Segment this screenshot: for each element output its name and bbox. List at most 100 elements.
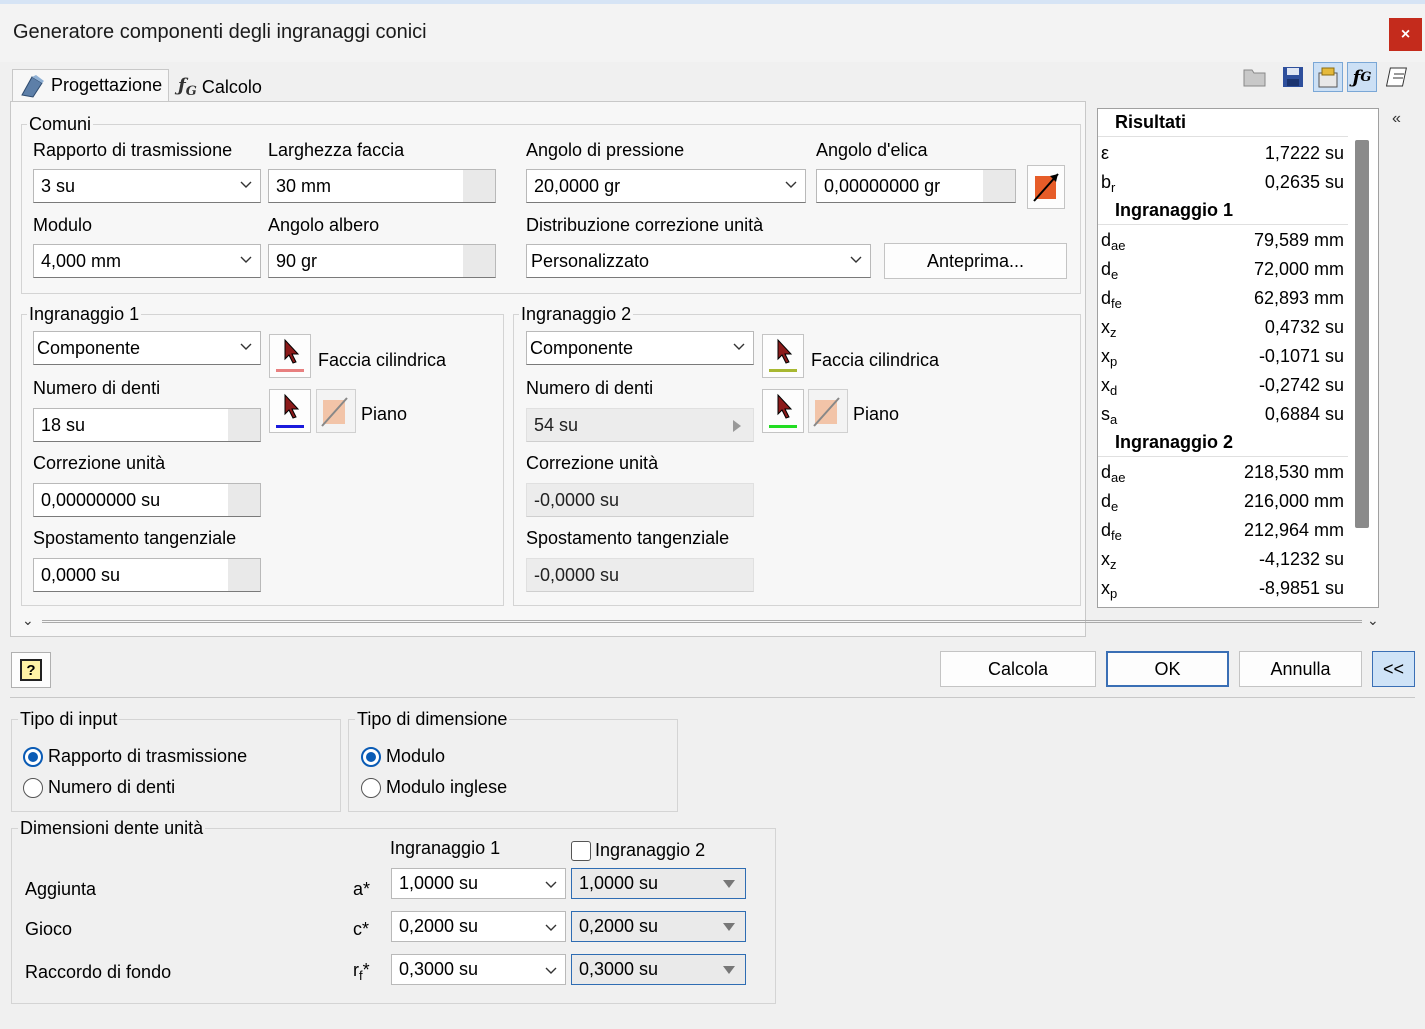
gear2-plane-flip-button[interactable] [808, 389, 848, 433]
result-subscript: fe [1111, 528, 1122, 543]
result-symbol: ε [1101, 143, 1110, 163]
window-title: Generatore componenti degli ingranaggi c… [13, 21, 427, 43]
result-subscript: ae [1111, 470, 1126, 485]
pressione-label: Angolo di pressione [526, 140, 685, 160]
gear1-type-select[interactable]: Componente [33, 331, 261, 365]
gear1-shift-label: Spostamento tangenziale [33, 528, 237, 548]
annulla-button[interactable]: Annulla [1239, 651, 1362, 687]
gioco-label: Gioco [25, 919, 73, 939]
radio-modulo-label: Modulo [386, 746, 446, 766]
gear2-checkbox[interactable]: Ingranaggio 2 [571, 840, 705, 861]
aggiunta-gear2-select: 1,0000 su [571, 868, 746, 899]
result-symbol: d [1101, 288, 1112, 308]
help-icon: ? [20, 659, 42, 681]
result-symbol: d [1101, 230, 1112, 250]
open-folder-icon[interactable] [1241, 62, 1271, 92]
chevron-down-icon [733, 343, 745, 350]
bevel-gear-icon [21, 74, 44, 98]
options-icon[interactable] [1313, 62, 1343, 92]
result-value: 216,000 mm [1243, 491, 1344, 511]
splitter[interactable] [42, 620, 1362, 623]
radio-numero-denti[interactable]: Numero di denti [23, 777, 175, 798]
gear1-shift-value: 0,0000 su [41, 564, 121, 585]
radio-modulo-inglese[interactable]: Modulo inglese [361, 777, 507, 798]
tab-progettazione[interactable]: Progettazione [12, 69, 170, 101]
radio-rapporto[interactable]: Rapporto di trasmissione [23, 746, 247, 767]
result-subscript: e [1111, 499, 1119, 514]
pressione-select[interactable]: 20,0000 gr [526, 169, 806, 203]
ok-button[interactable]: OK [1106, 651, 1229, 687]
results-scrollbar[interactable] [1355, 140, 1369, 528]
input-stub [228, 559, 260, 591]
result-symbol: x [1101, 346, 1110, 366]
gear2-face-pick-button[interactable] [762, 334, 804, 378]
gear1-corr-input[interactable]: 0,00000000 su [33, 483, 261, 517]
helix-direction-icon [1033, 173, 1059, 202]
notepad-icon[interactable] [1383, 62, 1413, 92]
cursor-pick-icon [276, 338, 304, 372]
aggiunta-gear1-select[interactable]: 1,0000 su [391, 868, 566, 899]
result-symbol: x [1101, 317, 1110, 337]
result-subscript: p [1110, 354, 1118, 369]
gear1-plane-flip-button[interactable] [316, 389, 356, 433]
result-value: 79,589 mm [1253, 230, 1344, 250]
save-icon[interactable] [1278, 62, 1308, 92]
gear2-type-select[interactable]: Componente [526, 331, 754, 365]
plane-direction-icon [813, 397, 840, 427]
radio-indicator [23, 746, 43, 767]
distribuzione-select[interactable]: Personalizzato [526, 244, 871, 278]
chevron-down-icon [240, 343, 252, 350]
result-value: -0,1071 su [1258, 346, 1344, 366]
result-subscript: r [1111, 180, 1116, 195]
modulo-select[interactable]: 4,000 mm [33, 244, 261, 278]
result-row: dae 79,589 mm [1098, 227, 1348, 256]
larghezza-value: 30 mm [276, 175, 332, 196]
raccordo-label: Raccordo di fondo [25, 962, 172, 982]
tab-calcolo[interactable]: ƒG Calcolo [172, 71, 268, 103]
elica-input[interactable]: 0,00000000 gr [816, 169, 1016, 203]
result-subscript: d [1110, 383, 1118, 398]
input-stub [463, 245, 495, 277]
dim-type-label: Tipo di dimensione [355, 709, 510, 730]
help-button[interactable]: ? [11, 652, 51, 688]
result-value: -4,1232 su [1258, 549, 1344, 569]
chevron-down-icon [850, 256, 862, 263]
radio-modulo[interactable]: Modulo [361, 746, 445, 767]
rapporto-select[interactable]: 3 su [33, 169, 261, 203]
helix-direction-button[interactable] [1027, 165, 1065, 209]
dropdown-arrow-icon [723, 880, 735, 888]
expand-down-icon[interactable]: ⌄ [1367, 612, 1379, 629]
input-stub [228, 409, 260, 441]
anteprima-button[interactable]: Anteprima... [884, 243, 1067, 279]
larghezza-input[interactable]: 30 mm [268, 169, 496, 203]
gear1-face-pick-button[interactable] [269, 334, 311, 378]
calculation-icon[interactable]: ƒG [1347, 62, 1377, 92]
calcola-button[interactable]: Calcola [940, 651, 1096, 687]
gear1-teeth-input[interactable]: 18 su [33, 408, 261, 442]
gioco-gear1-value: 0,2000 su [399, 916, 479, 936]
close-button[interactable]: × [1389, 18, 1422, 51]
distribuzione-label: Distribuzione correzione unità [526, 215, 764, 235]
gear1-shift-input[interactable]: 0,0000 su [33, 558, 261, 592]
result-subscript: z [1110, 325, 1117, 340]
collapse-button[interactable]: << [1372, 651, 1415, 687]
gear2-label: Ingranaggio 2 [519, 304, 634, 325]
gear1-plane-pick-button[interactable] [269, 389, 311, 433]
result-subscript: p [1110, 586, 1118, 601]
gear2-shift-input: -0,0000 su [526, 558, 754, 592]
expand-down-icon[interactable]: ⌄ [22, 612, 34, 629]
chevron-down-icon [545, 924, 557, 931]
gear2-plane-pick-button[interactable] [762, 389, 804, 433]
function-icon: ƒG [178, 75, 197, 99]
result-row: dfe 212,964 mm [1098, 517, 1348, 546]
raccordo-gear2-select: 0,3000 su [571, 954, 746, 985]
raccordo-gear1-select[interactable]: 0,3000 su [391, 954, 566, 985]
result-value: 62,893 mm [1253, 288, 1344, 308]
collapse-results-icon[interactable]: « [1392, 110, 1401, 128]
albero-input[interactable]: 90 gr [268, 244, 496, 278]
gioco-gear1-select[interactable]: 0,2000 su [391, 911, 566, 942]
checkbox-indicator [571, 840, 591, 861]
result-row: de 72,000 mm [1098, 256, 1348, 285]
chevron-down-icon [240, 181, 252, 188]
input-stub [983, 170, 1015, 202]
